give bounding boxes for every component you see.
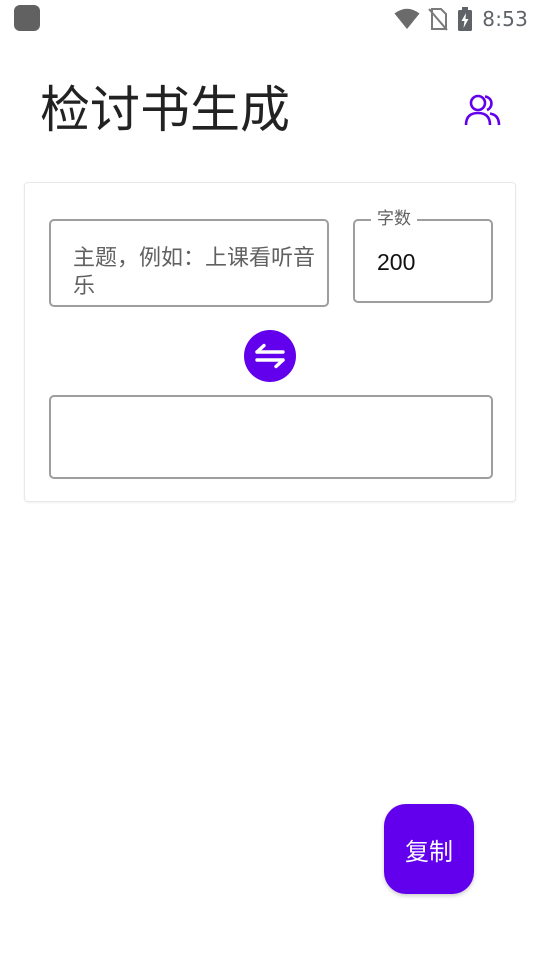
wifi-icon <box>394 8 420 29</box>
status-icons: 8:53 <box>394 4 528 34</box>
word-count-value: 200 <box>377 249 416 275</box>
page-title: 检讨书生成 <box>40 81 290 139</box>
swap-button[interactable] <box>244 330 296 382</box>
no-sim-icon <box>428 8 449 31</box>
status-time: 8:53 <box>482 7 528 31</box>
status-bar: 8:53 <box>0 0 540 38</box>
battery-charging-icon <box>458 7 473 31</box>
topic-placeholder: 主题，例如：上课看听音乐 <box>73 246 316 299</box>
generator-card: 主题，例如：上课看听音乐 字数 200 <box>24 182 516 502</box>
copy-button[interactable]: 复制 <box>384 804 474 894</box>
users-icon <box>464 94 501 126</box>
word-count-input[interactable]: 字数 200 <box>353 208 493 303</box>
topic-input[interactable]: 主题，例如：上课看听音乐 <box>49 219 329 307</box>
app-notification-icon <box>14 5 40 31</box>
users-button[interactable] <box>460 88 506 132</box>
word-count-label: 字数 <box>371 208 417 230</box>
output-field[interactable] <box>49 395 493 479</box>
swap-arrows-icon <box>255 343 285 369</box>
